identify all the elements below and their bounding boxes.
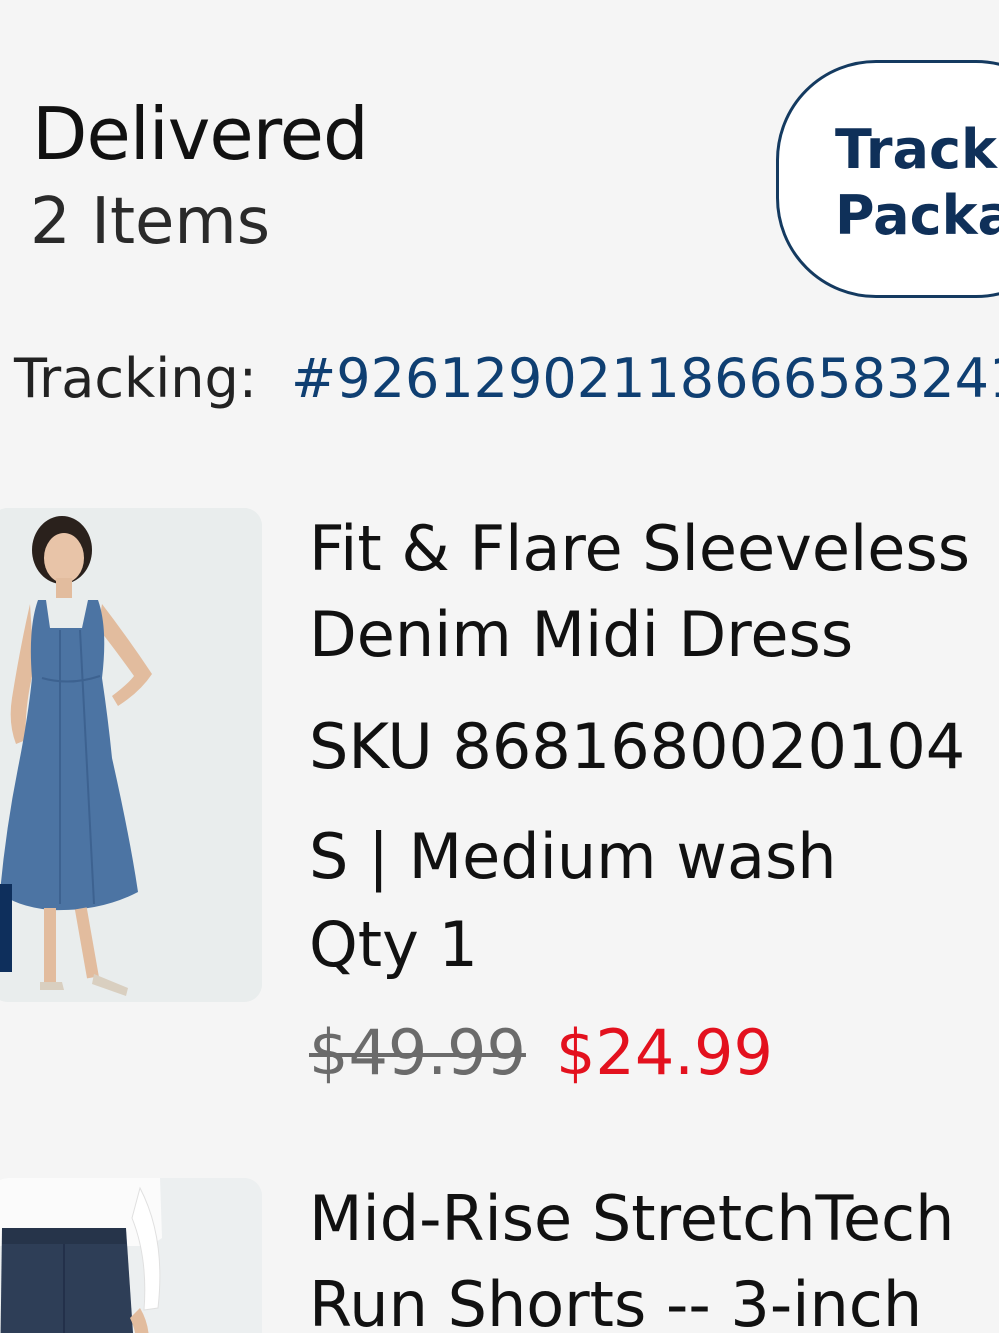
sale-price: $24.99 <box>555 1016 773 1089</box>
delivery-status: Delivered <box>32 92 369 176</box>
product-title-line2: Run Shorts -- 3-inch <box>309 1268 923 1333</box>
promo-badge <box>0 884 12 972</box>
product-variant: S | Medium wash <box>309 820 837 893</box>
product-sku: SKU 8681680020104 <box>309 710 966 783</box>
shorts-illustration <box>0 1178 262 1333</box>
dress-product-image[interactable] <box>0 508 262 1002</box>
shorts-product-image[interactable] <box>0 1178 262 1333</box>
track-package-label-line1: Track <box>835 118 997 181</box>
track-package-button[interactable]: Track Packa <box>776 60 999 298</box>
tracking-row: Tracking:#92612902118666583241466 <box>14 352 999 406</box>
product-prices: $49.99 $24.99 <box>309 1022 773 1084</box>
product-title[interactable]: Fit & Flare Sleeveless Denim Midi Dress <box>309 506 970 678</box>
tracking-number-link[interactable]: #92612902118666583241466 <box>291 347 999 410</box>
product-quantity: Qty 1 <box>309 908 478 981</box>
product-title[interactable]: Mid-Rise StretchTech Run Shorts -- 3-inc… <box>309 1176 954 1333</box>
order-details-screen: Delivered 2 Items Track Packa Tracking: #… <box>0 0 999 1333</box>
track-package-label-line2: Packa <box>835 184 999 247</box>
tracking-label: Tracking: <box>14 347 257 410</box>
dress-illustration <box>0 508 262 1002</box>
product-title-line1: Fit & Flare Sleeveless <box>309 512 970 585</box>
original-price: $49.99 <box>309 1016 526 1089</box>
product-title-line1: Mid-Rise StretchTech <box>309 1182 955 1255</box>
product-title-line2: Denim Midi Dress <box>309 598 854 671</box>
item-count: 2 Items <box>30 185 271 259</box>
